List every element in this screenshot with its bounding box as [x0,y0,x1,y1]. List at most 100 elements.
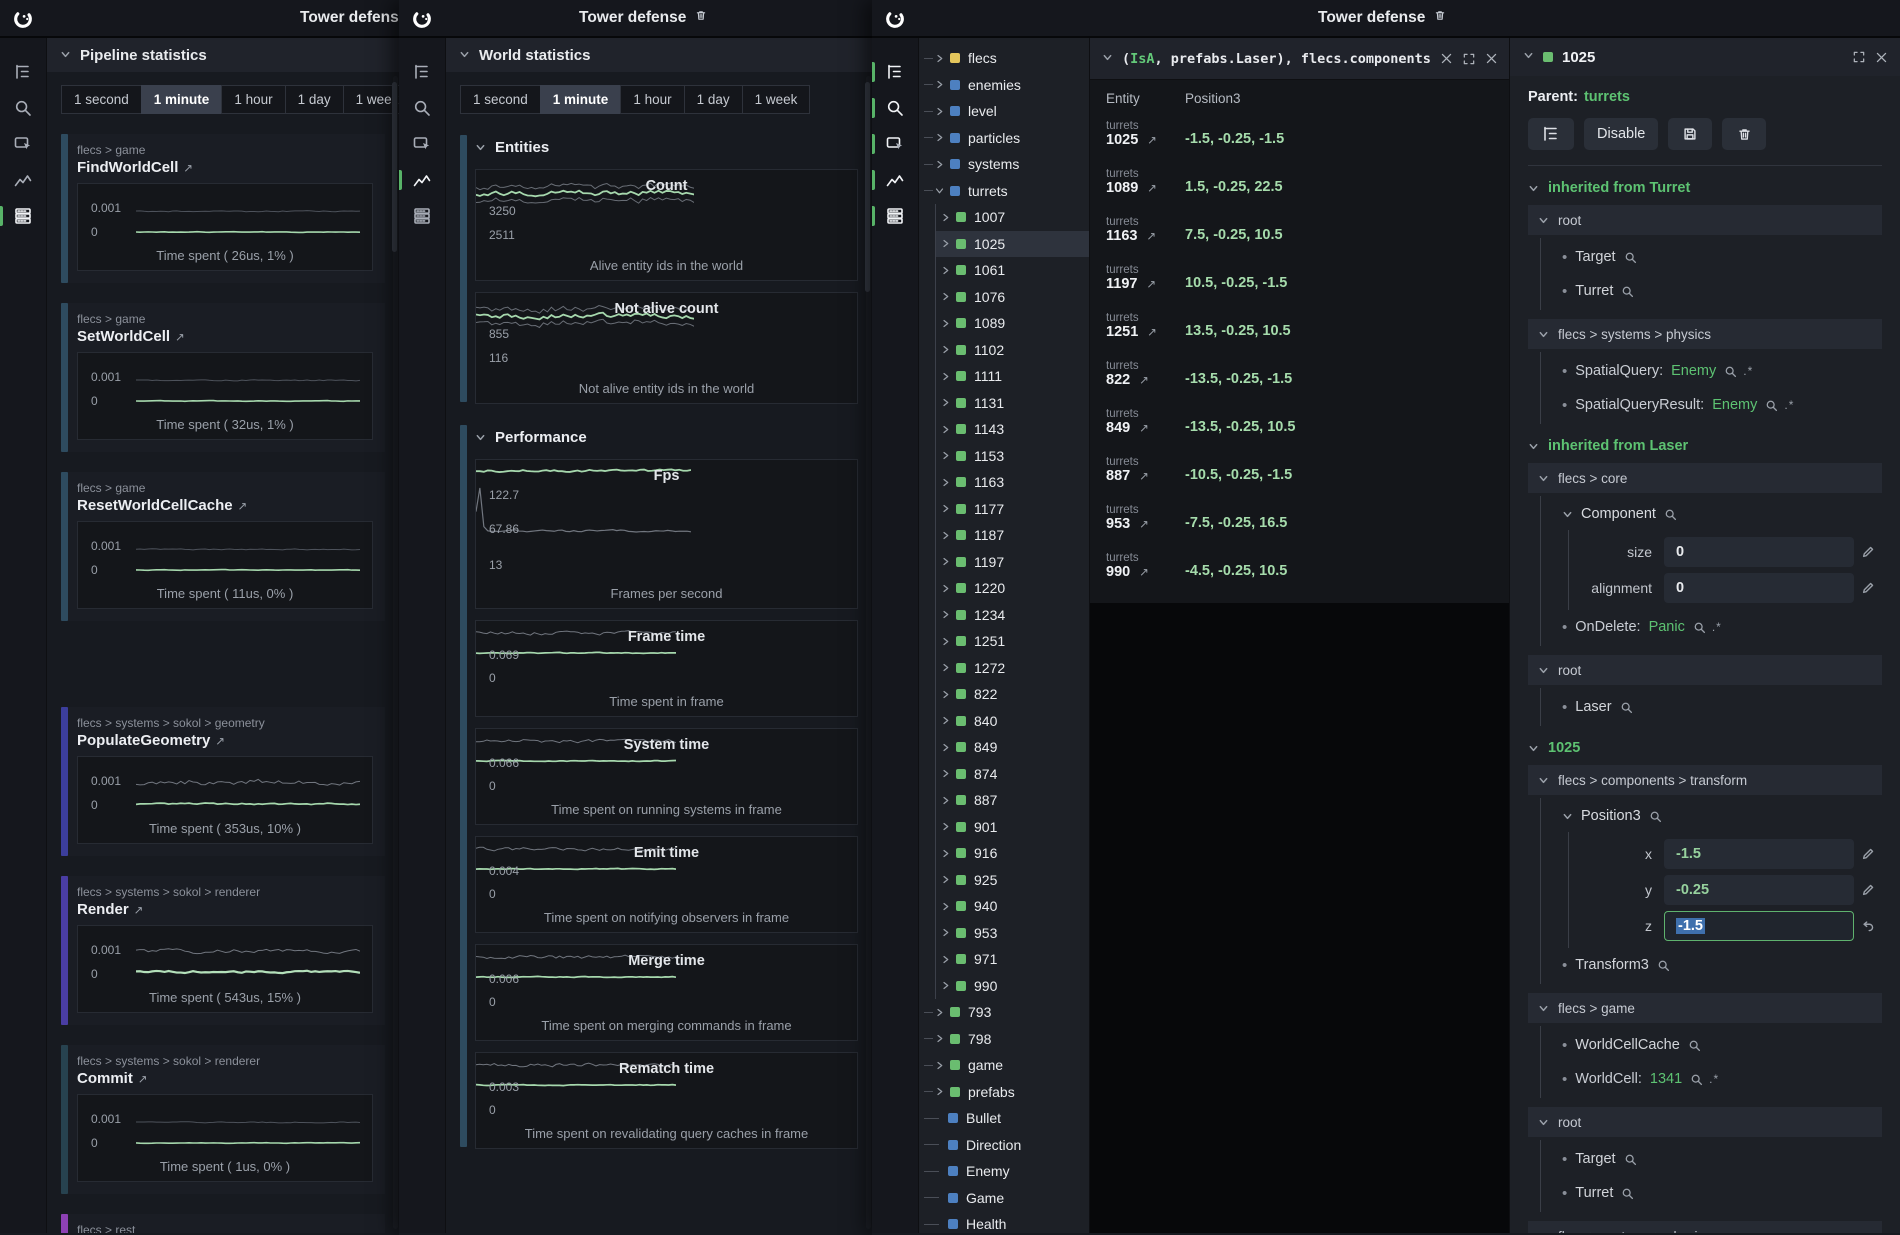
tab-1-minute[interactable]: 1 minute [141,85,222,114]
field-input-alignment[interactable]: 0 [1664,573,1854,603]
caret-right-icon[interactable] [941,902,952,911]
tree-icon[interactable] [399,54,445,90]
caret-right-icon[interactable] [941,769,952,778]
pair-target[interactable]: Enemy [1671,363,1716,379]
caret-right-icon[interactable] [941,743,952,752]
caret-right-icon[interactable] [941,584,952,593]
caret-right-icon[interactable] [941,716,952,725]
tree-item-1177[interactable]: 1177 [936,496,1089,523]
tree-item-849[interactable]: 849 [936,734,1089,761]
tree-item-enemies[interactable]: enemies [924,72,1089,99]
edit-icon[interactable] [1854,883,1882,897]
search-icon[interactable] [1649,810,1662,823]
tree-item-1197[interactable]: 1197 [936,549,1089,576]
chart-icon[interactable] [872,162,918,198]
caret-right-icon[interactable] [941,531,952,540]
external-link-icon[interactable]: ↗ [138,1074,148,1086]
search-icon[interactable] [1724,365,1737,378]
module-bar[interactable]: flecs > systems > physics [1528,319,1882,349]
tree-item-1025[interactable]: 1025 [936,231,1089,258]
caret-right-icon[interactable] [941,451,952,460]
external-link-icon[interactable]: ↗ [215,736,225,748]
caret-right-icon[interactable] [941,319,952,328]
search-icon[interactable] [1620,701,1633,714]
tag-row-Transform3[interactable]: •Transform3 [1562,948,1882,982]
external-link-icon[interactable]: ↗ [183,163,193,175]
entity-name[interactable]: 1163 ↗ [1106,228,1185,244]
module-bar[interactable]: root [1528,1107,1882,1137]
pair-row-SpatialQueryResult[interactable]: •SpatialQueryResult:Enemy.* [1562,388,1882,422]
tree-item-1220[interactable]: 1220 [936,575,1089,602]
metric-title[interactable]: FindWorldCell↗ [77,159,373,176]
tree-item-925[interactable]: 925 [936,867,1089,894]
caret-right-icon[interactable] [941,425,952,434]
tree-item-798[interactable]: 798 [924,1026,1089,1053]
caret-right-icon[interactable] [935,160,946,169]
query-row-1197[interactable]: turrets1197 ↗10.5, -0.25, -1.5 [1090,259,1509,307]
tree-icon[interactable] [0,54,46,90]
tab-1-day[interactable]: 1 day [684,85,742,114]
tree-item-flecs[interactable]: flecs [924,45,1089,72]
tree-item-1272[interactable]: 1272 [936,655,1089,682]
component-row-Position3[interactable]: Position3 [1562,800,1882,832]
tab-1-second[interactable]: 1 second [61,85,141,114]
search-icon[interactable] [1657,959,1670,972]
tree-item-940[interactable]: 940 [936,893,1089,920]
edit-icon[interactable] [1854,847,1882,861]
entity-name[interactable]: 1025 ↗ [1106,132,1185,148]
query-row-1025[interactable]: turrets1025 ↗-1.5, -0.25, -1.5 [1090,115,1509,163]
tree-item-game[interactable]: game [924,1052,1089,1079]
tree-item-840[interactable]: 840 [936,708,1089,735]
tree-item-887[interactable]: 887 [936,787,1089,814]
stats-icon[interactable] [399,198,445,234]
tree-item-1234[interactable]: 1234 [936,602,1089,629]
metric-title[interactable]: ResetWorldCellCache↗ [77,497,373,514]
column-entity[interactable]: Entity [1106,91,1185,106]
external-link-icon[interactable]: ↗ [1139,567,1149,579]
save-button[interactable] [1668,118,1712,150]
tree-view-button[interactable] [1528,118,1574,150]
caret-right-icon[interactable] [935,1087,946,1096]
close-icon[interactable] [1485,52,1498,65]
scrollbar-thumb[interactable] [865,82,870,292]
caret-right-icon[interactable] [935,107,946,116]
chevron-down-icon[interactable] [1523,48,1534,66]
external-link-icon[interactable]: ↗ [1147,327,1157,339]
caret-right-icon[interactable] [941,266,952,275]
tree-item-1007[interactable]: 1007 [936,204,1089,231]
tree-item-Health[interactable]: Health [924,1211,1089,1233]
caret-right-icon[interactable] [935,1008,946,1017]
pair-row-SpatialQuery[interactable]: •SpatialQuery:Enemy.* [1562,354,1882,388]
tab-1-second[interactable]: 1 second [460,85,540,114]
external-link-icon[interactable]: ↗ [1147,279,1157,291]
caret-right-icon[interactable] [941,557,952,566]
caret-down-icon[interactable] [935,186,946,195]
tree-item-990[interactable]: 990 [936,973,1089,1000]
trash-icon[interactable] [1434,9,1446,27]
search-icon[interactable] [399,90,445,126]
tree-item-793[interactable]: 793 [924,999,1089,1026]
external-link-icon[interactable]: ↗ [1139,471,1149,483]
caret-right-icon[interactable] [941,239,952,248]
external-link-icon[interactable]: ↗ [1147,231,1157,243]
entity-name[interactable]: 887 ↗ [1106,468,1185,484]
caret-right-icon[interactable] [935,80,946,89]
tag-row-WorldCellCache[interactable]: •WorldCellCache [1562,1028,1882,1062]
caret-right-icon[interactable] [941,398,952,407]
entity-name[interactable]: 953 ↗ [1106,516,1185,532]
tree-item-1102[interactable]: 1102 [936,337,1089,364]
caret-right-icon[interactable] [935,54,946,63]
caret-right-icon[interactable] [935,1034,946,1043]
query-row-1089[interactable]: turrets1089 ↗1.5, -0.25, 22.5 [1090,163,1509,211]
undo-icon[interactable] [1854,919,1882,933]
tree-item-level[interactable]: level [924,98,1089,125]
tree-item-Direction[interactable]: Direction [924,1132,1089,1159]
external-link-icon[interactable]: ↗ [134,905,144,917]
metric-title[interactable]: PopulateGeometry↗ [77,732,373,749]
caret-right-icon[interactable] [941,292,952,301]
field-input-x[interactable]: -1.5 [1664,839,1854,869]
external-link-icon[interactable]: ↗ [238,501,248,513]
caret-right-icon[interactable] [941,663,952,672]
caret-right-icon[interactable] [941,981,952,990]
pair-row-OnDelete[interactable]: •OnDelete:Panic.* [1562,610,1882,644]
